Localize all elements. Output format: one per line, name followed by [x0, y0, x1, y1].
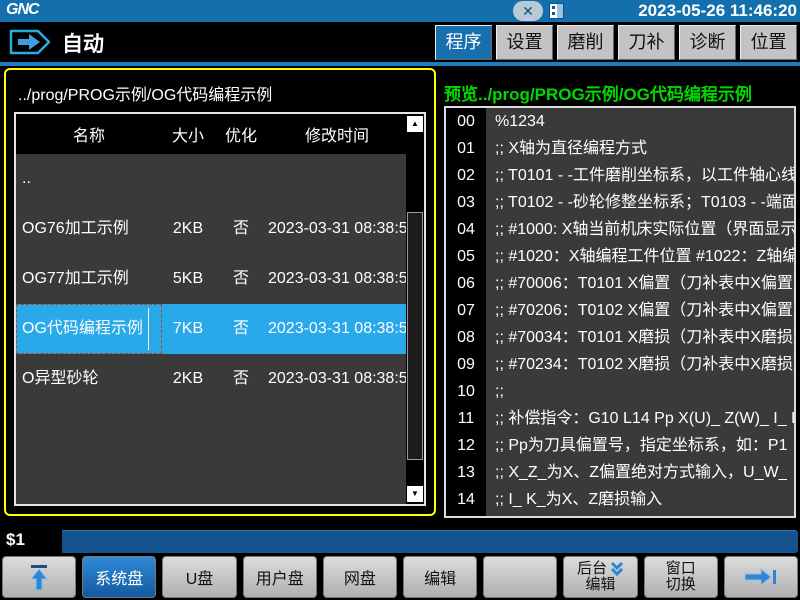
code-line: 07;; #70206：T0102 X偏置（刀补表中X偏置）: [446, 297, 794, 324]
message-bar: [62, 530, 798, 553]
storage-icon-half: [557, 4, 563, 18]
window-switch-button[interactable]: 窗口 切换: [644, 556, 718, 598]
text-cursor: [148, 308, 149, 350]
column-header-name: 名称: [16, 122, 162, 146]
next-menu-button[interactable]: [724, 556, 798, 598]
table-row[interactable]: OG77加工示例 5KB 否 2023-03-31 08:38:57: [16, 254, 406, 304]
file-table: 名称 大小 优化 修改时间 .. OG76加工示例 2KB 否 2023-03-…: [14, 112, 426, 506]
close-icon[interactable]: ✕: [513, 1, 543, 21]
current-path: ../prog/PROG示例/OG代码编程示例: [18, 81, 434, 105]
scrollbar-thumb[interactable]: [407, 212, 423, 460]
storage-icon: [549, 3, 564, 19]
empty-softkey[interactable]: [483, 556, 557, 598]
background-edit-button[interactable]: 后台 编辑: [563, 556, 637, 598]
code-line: 09;; #70234：T0102 X磨损（刀补表中X磨损）: [446, 351, 794, 378]
code-line: 03;; T0102 - -砂轮修整坐标系；T0103 - -端面: [446, 189, 794, 216]
tab-program[interactable]: 程序: [435, 25, 492, 60]
scroll-up-icon[interactable]: ▲: [407, 116, 423, 132]
preview-title: 预览../prog/PROG示例/OG代码编程示例: [444, 80, 796, 105]
table-header: 名称 大小 优化 修改时间: [16, 114, 406, 154]
system-disk-button[interactable]: 系统盘: [82, 556, 156, 598]
tab-diagnosis[interactable]: 诊断: [679, 25, 736, 60]
table-row[interactable]: O异型砂轮 2KB 否 2023-03-31 08:38:57: [16, 354, 406, 404]
code-line: 13;; X_Z_为X、Z偏置绝对方式输入，U_W_: [446, 459, 794, 486]
tab-tool-comp[interactable]: 刀补: [618, 25, 675, 60]
edit-button[interactable]: 编辑: [403, 556, 477, 598]
tab-position[interactable]: 位置: [740, 25, 797, 60]
column-header-mtime: 修改时间: [268, 122, 406, 146]
storage-icon-dot: [552, 12, 555, 15]
tab-settings[interactable]: 设置: [496, 25, 553, 60]
divider-strip: [0, 62, 800, 66]
file-list-scrollbar[interactable]: ▲ ▼: [406, 114, 424, 504]
file-rows: .. OG76加工示例 2KB 否 2023-03-31 08:38:57 OG…: [16, 154, 406, 404]
right-arrow-icon: [743, 567, 779, 587]
mode-label: 自动: [62, 28, 104, 58]
auto-mode-icon: [8, 27, 54, 57]
softkey-bar: 系统盘 U盘 用户盘 网盘 编辑 后台 编辑 窗口 切换: [0, 556, 800, 598]
file-browser-panel: ../prog/PROG示例/OG代码编程示例 名称 大小 优化 修改时间 ..…: [4, 68, 436, 516]
column-header-optimized: 优化: [214, 122, 268, 146]
code-line: 11;; 补偿指令：G10 L14 Pp X(U)_ Z(W)_ I_ K: [446, 405, 794, 432]
chevron-double-down-icon: [610, 561, 624, 577]
return-top-button[interactable]: [2, 556, 76, 598]
code-line: 08;; #70034：T0101 X磨损（刀补表中X磨损）: [446, 324, 794, 351]
code-line: 02;; T0101 - -工件磨削坐标系，以工件轴心线: [446, 162, 794, 189]
table-row-parent-dir[interactable]: ..: [16, 154, 406, 204]
code-line: 00%1234: [446, 108, 794, 135]
code-line: 14;; I_ K_为X、Z磨损输入: [446, 486, 794, 513]
code-line: 05;; #1020：X轴编程工件位置 #1022：Z轴编: [446, 243, 794, 270]
tab-grinding[interactable]: 磨削: [557, 25, 614, 60]
user-disk-button[interactable]: 用户盘: [243, 556, 317, 598]
code-preview: 00%1234 01;; X轴为直径编程方式 02;; T0101 - -工件磨…: [444, 106, 796, 518]
table-row[interactable]: OG76加工示例 2KB 否 2023-03-31 08:38:57: [16, 204, 406, 254]
main-tabs: 程序 设置 磨削 刀补 诊断 位置: [435, 25, 797, 60]
table-row-selected[interactable]: OG代码编程示例 7KB 否 2023-03-31 08:38:57: [16, 304, 406, 354]
code-line: 04;; #1000: X轴当前机床实际位置（界面显示）: [446, 216, 794, 243]
nav-bar: 自动 程序 设置 磨削 刀补 诊断 位置: [0, 22, 800, 62]
net-disk-button[interactable]: 网盘: [323, 556, 397, 598]
column-header-size: 大小: [162, 122, 214, 146]
code-line: 06;; #70006：T0101 X偏置（刀补表中X偏置）: [446, 270, 794, 297]
usb-disk-button[interactable]: U盘: [162, 556, 236, 598]
code-line: 10;;: [446, 378, 794, 405]
code-line: 12;; Pp为刀具偏置号，指定坐标系，如：P1: [446, 432, 794, 459]
title-bar: GNC ✕ 2023-05-26 11:46:20: [0, 0, 800, 22]
scroll-down-icon[interactable]: ▼: [407, 486, 423, 502]
storage-icon-dot: [552, 6, 555, 9]
status-row: $1: [0, 528, 800, 554]
gnc-logo: GNC: [6, 1, 39, 19]
code-line: 01;; X轴为直径编程方式: [446, 135, 794, 162]
channel-label: $1: [6, 530, 25, 550]
up-arrow-icon: [27, 562, 51, 592]
clock-datetime: 2023-05-26 11:46:20: [638, 0, 797, 22]
